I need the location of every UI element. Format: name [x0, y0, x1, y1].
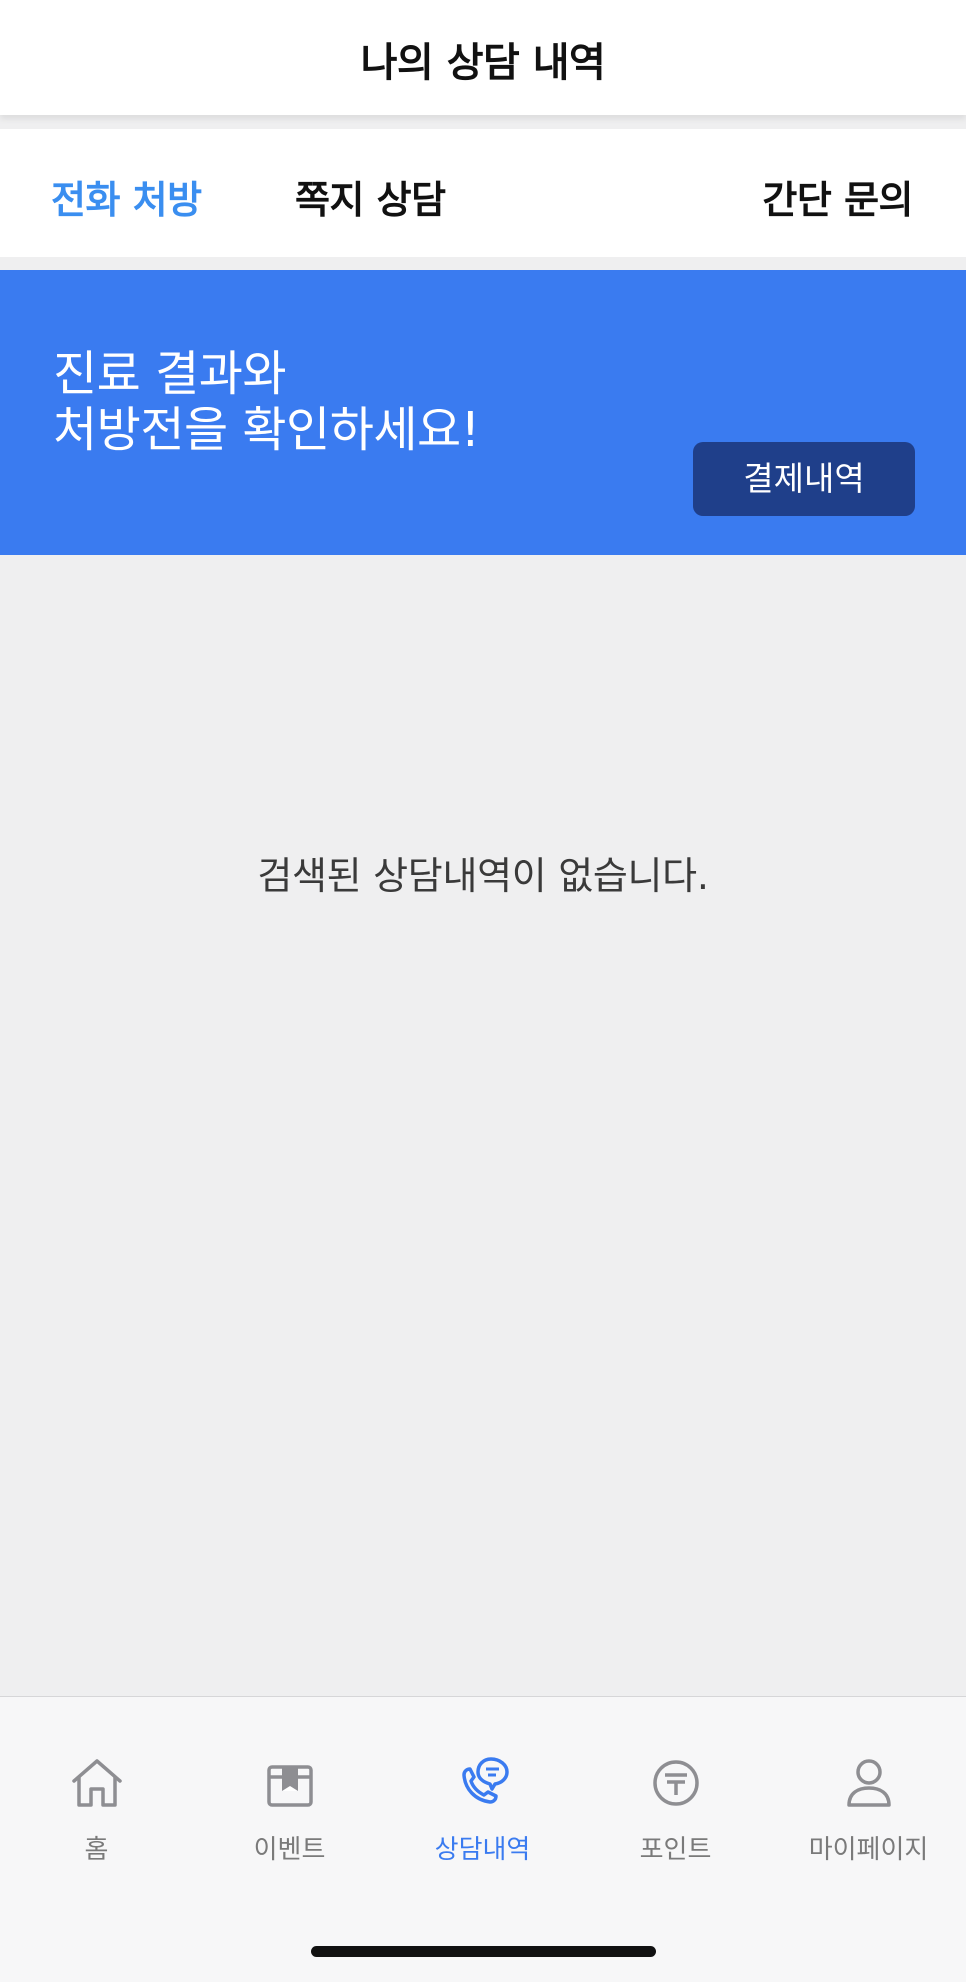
gift-icon: [266, 1765, 313, 1807]
nav-label-mypage: 마이페이지: [808, 1835, 929, 1865]
nav-item-point[interactable]: 포인트: [579, 1755, 772, 1866]
point-coin-icon: [652, 1760, 699, 1806]
bottom-navigation: 홈 이벤트 상담내역 포인트 마이페이지: [0, 1696, 966, 1982]
home-indicator: [311, 1946, 656, 1957]
payment-history-button[interactable]: 결제내역: [693, 442, 915, 516]
nav-label-point: 포인트: [639, 1835, 712, 1865]
nav-item-event[interactable]: 이벤트: [193, 1755, 386, 1866]
tab-bar: 전화 처방 쪽지 상담 간단 문의: [0, 129, 966, 257]
home-icon: [71, 1759, 122, 1807]
phone-chat-icon: [461, 1757, 509, 1804]
empty-state-message: 검색된 상담내역이 없습니다.: [257, 854, 709, 898]
tab-simple-inquiry[interactable]: 간단 문의: [762, 169, 913, 224]
banner-line-2: 처방전을 확인하세요!: [53, 402, 480, 458]
nav-item-home[interactable]: 홈: [0, 1755, 193, 1866]
user-icon: [846, 1759, 891, 1807]
top-app-bar: 나의 상담 내역: [0, 0, 966, 115]
info-banner: 진료 결과와 처방전을 확인하세요! 결제내역: [0, 270, 966, 555]
nav-label-home: 홈: [84, 1835, 109, 1865]
nav-label-counsel-history: 상담내역: [434, 1835, 531, 1865]
nav-label-event: 이벤트: [253, 1835, 326, 1865]
banner-line-1: 진료 결과와: [53, 346, 287, 402]
tab-phone-prescription[interactable]: 전화 처방: [51, 169, 202, 224]
banner-message: 진료 결과와 처방전을 확인하세요!: [53, 346, 480, 458]
page-title: 나의 상담 내역: [360, 40, 606, 86]
nav-item-mypage[interactable]: 마이페이지: [772, 1755, 965, 1866]
nav-item-counsel-history[interactable]: 상담내역: [386, 1755, 579, 1866]
tab-memo-counsel[interactable]: 쪽지 상담: [295, 169, 446, 224]
